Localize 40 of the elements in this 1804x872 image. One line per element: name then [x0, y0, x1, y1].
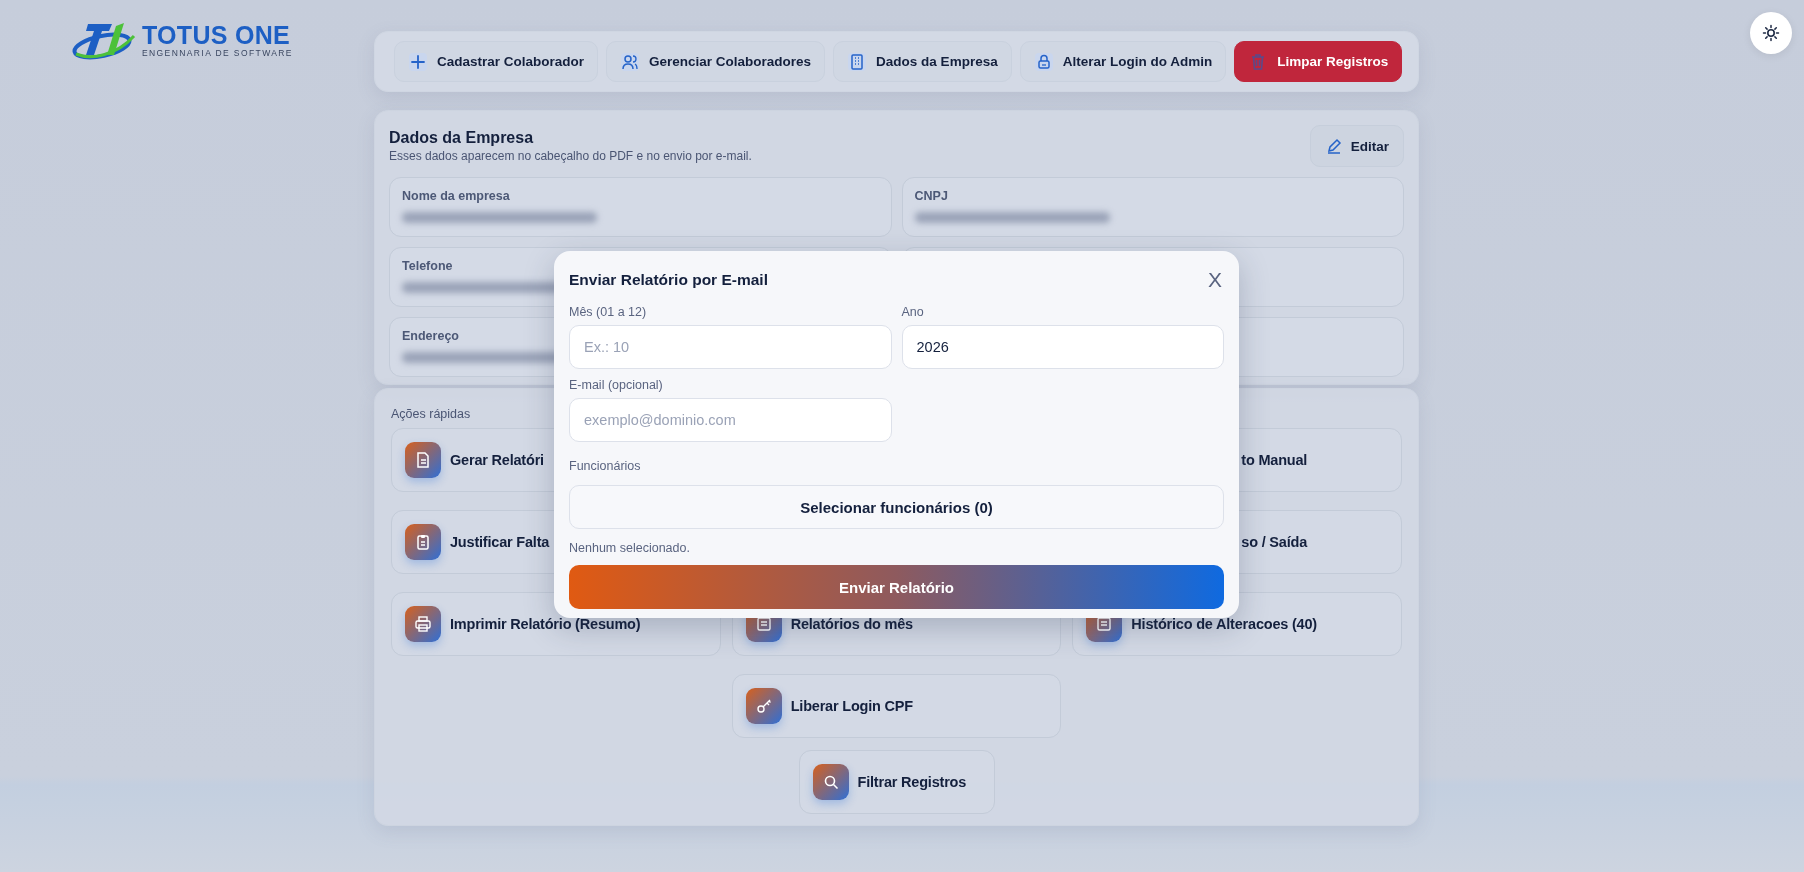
- field-label: Funcionários: [569, 459, 641, 473]
- field-label: Nome da empresa: [402, 189, 510, 203]
- brand-name: TOTUS ONE: [142, 22, 292, 48]
- theme-toggle-button[interactable]: [1750, 12, 1792, 54]
- field-label: E-mail (opcional): [569, 378, 663, 392]
- edit-button[interactable]: Editar: [1309, 125, 1404, 167]
- field-label: CNPJ: [914, 189, 948, 203]
- field-label: Telefone: [402, 259, 453, 273]
- section-title: Ações rápidas: [391, 407, 471, 421]
- nav-button[interactable]: Dados da Empresa: [833, 41, 1012, 82]
- select-employees-button[interactable]: Selecionar funcionários (0): [569, 485, 1224, 529]
- brand-tagline: ENGENNARIA DE SOFTWARE: [142, 48, 293, 58]
- users-icon: [620, 51, 641, 72]
- close-button[interactable]: X: [1206, 269, 1224, 291]
- section-subtitle: Esses dados aparecem no cabeçalho do PDF e no envio por e-mail.: [389, 149, 752, 163]
- month-field[interactable]: Ex.: 10: [569, 325, 892, 369]
- document-icon: [414, 451, 432, 469]
- sun-icon: [1762, 24, 1780, 42]
- email-field[interactable]: exemplo@dominio.com: [569, 398, 892, 442]
- clipboard-icon: [414, 533, 432, 551]
- clear-button[interactable]: Limpar Registros: [1234, 41, 1403, 82]
- plus-icon: [408, 51, 428, 72]
- nav-button[interactable]: Cadastrar Colaborador: [394, 41, 599, 82]
- section-title: Dados da Empresa: [389, 129, 535, 147]
- field-label: Mês (01 a 12): [569, 305, 647, 319]
- building-icon: [847, 51, 868, 72]
- dialog-title: Enviar Relatório por E-mail: [569, 271, 768, 289]
- nav-button[interactable]: Alterar Login do Admin: [1019, 41, 1227, 82]
- year-field[interactable]: 2026: [901, 325, 1224, 369]
- nav-button[interactable]: Gerenciar Colaboradores: [606, 41, 826, 82]
- key-icon: [754, 697, 773, 715]
- selection-status: Nenhum selecionado.: [569, 541, 690, 555]
- send-report-button[interactable]: Enviar Relatório: [569, 565, 1224, 609]
- field-label: Endereço: [402, 329, 459, 343]
- lock-icon: [1033, 51, 1054, 72]
- field-label: Ano: [901, 305, 924, 319]
- logo-icon: [72, 20, 138, 60]
- action-card[interactable]: Liberar Login CPF: [731, 674, 1062, 738]
- action-card[interactable]: Filtrar Registros: [798, 750, 995, 814]
- printer-icon: [414, 615, 432, 633]
